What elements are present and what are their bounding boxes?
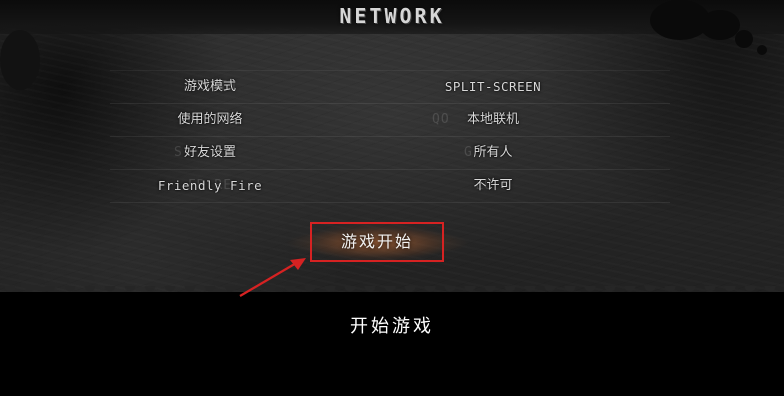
- instruction-caption: 开始游戏: [350, 316, 434, 337]
- setting-label-text: 好友设置: [183, 145, 236, 160]
- paint-splatter: [0, 30, 40, 90]
- page-title: NETWORK: [339, 4, 445, 28]
- setting-row-friend-settings[interactable]: S 好友设置 G 所有人: [110, 137, 670, 170]
- setting-label: FR RE Friendly Fire: [130, 176, 290, 196]
- setting-label: ANS TH 游戏模式: [130, 77, 290, 97]
- setting-row-friendly-fire[interactable]: FR RE Friendly Fire LU R 不许可: [110, 170, 670, 203]
- setting-label: S 好友设置: [130, 143, 290, 163]
- start-game-button[interactable]: 游戏开始: [310, 222, 444, 262]
- paint-splatter: [735, 30, 753, 48]
- setting-value-text: SPLIT-SCREEN: [444, 79, 542, 94]
- setting-row-network[interactable]: MP TH 使用的网络 QO 本地联机: [110, 104, 670, 137]
- setting-label: MP TH 使用的网络: [130, 110, 290, 130]
- setting-value[interactable]: QO 本地联机: [428, 110, 558, 130]
- setting-value[interactable]: LU R 不许可: [428, 176, 558, 196]
- setting-value[interactable]: SPLIT-SCREEN: [428, 77, 558, 97]
- setting-value-text: 所有人: [473, 145, 513, 160]
- settings-list: ANS TH 游戏模式 SPLIT-SCREEN MP TH 使用的网络 QO …: [110, 70, 670, 203]
- paint-splatter: [757, 45, 767, 55]
- setting-value-text: 本地联机: [466, 112, 519, 127]
- red-arrow-pointer-icon: [239, 258, 306, 297]
- setting-row-game-mode[interactable]: ANS TH 游戏模式 SPLIT-SCREEN: [110, 70, 670, 104]
- setting-label-text: 游戏模式: [183, 79, 236, 94]
- setting-value[interactable]: G 所有人: [428, 143, 558, 163]
- setting-value-text: 不许可: [473, 178, 513, 193]
- setting-label-text: 使用的网络: [177, 112, 243, 127]
- setting-label-text: Friendly Fire: [157, 178, 263, 193]
